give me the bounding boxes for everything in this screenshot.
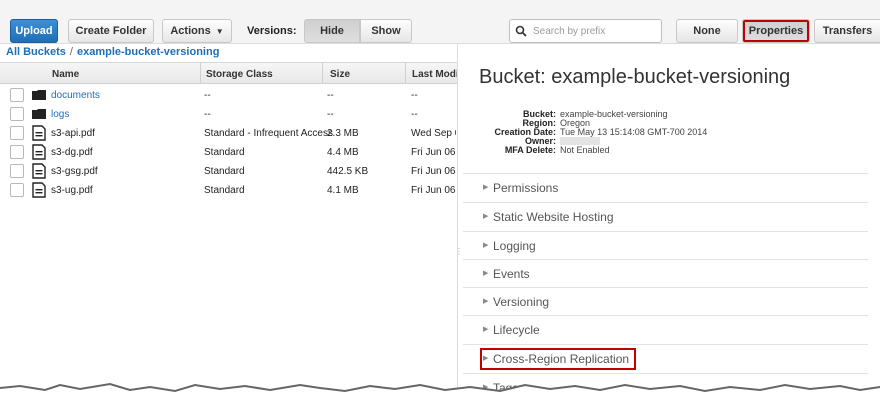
splitter-grip-icon[interactable]: ⋮ [455, 248, 463, 256]
row-last-modified: Fri Jun 06 1 [411, 166, 456, 177]
row-name[interactable]: s3-gsg.pdf [51, 166, 98, 177]
panel-title: Bucket: example-bucket-versioning [479, 66, 791, 88]
row-size: 4.1 MB [327, 185, 359, 196]
row-storage-class: -- [204, 109, 211, 120]
row-last-modified: -- [411, 109, 418, 120]
column-divider [322, 63, 323, 84]
section-lifecycle[interactable]: ▶ Lifecycle [463, 315, 868, 343]
row-size: 4.4 MB [327, 147, 359, 158]
property-key: MFA Delete: [504, 145, 556, 155]
section-versioning[interactable]: ▶ Versioning [463, 287, 868, 315]
table-row[interactable]: s3-dg.pdf Standard 4.4 MB Fri Jun 06 1 [0, 143, 457, 161]
search-placeholder: Search by prefix [533, 25, 606, 37]
section-label: Lifecycle [493, 323, 540, 337]
row-size: 442.5 KB [327, 166, 369, 177]
actions-dropdown[interactable]: Actions ▼ [162, 19, 232, 43]
caret-right-icon: ▶ [483, 270, 489, 277]
row-checkbox[interactable] [10, 183, 24, 197]
torn-edge-decoration [0, 382, 880, 394]
row-name[interactable]: logs [51, 109, 69, 120]
caret-right-icon: ▶ [483, 213, 489, 220]
property-value: Not Enabled [560, 145, 610, 155]
row-name[interactable]: s3-api.pdf [51, 128, 95, 139]
section-label: Versioning [493, 295, 550, 309]
row-name[interactable]: s3-dg.pdf [51, 147, 93, 158]
column-divider [200, 63, 201, 84]
row-name[interactable]: documents [51, 90, 100, 101]
section-static-website-hosting[interactable]: ▶ Static Website Hosting [463, 202, 868, 230]
row-checkbox[interactable] [10, 145, 24, 159]
table-header: Name Storage Class Size Last Modif [0, 62, 457, 84]
row-size: -- [327, 109, 334, 120]
file-icon [32, 182, 46, 198]
column-header-name[interactable]: Name [52, 69, 79, 80]
caret-right-icon: ▶ [483, 326, 489, 333]
column-header-size[interactable]: Size [330, 69, 350, 80]
caret-right-icon: ▶ [483, 242, 489, 249]
chevron-down-icon: ▼ [215, 26, 224, 36]
folder-icon [32, 109, 46, 119]
row-storage-class: Standard [204, 147, 245, 158]
toolbar: Upload Create Folder Actions ▼ Versions:… [0, 0, 880, 44]
breadcrumb-bucket[interactable]: example-bucket-versioning [77, 46, 219, 58]
create-folder-button[interactable]: Create Folder [68, 19, 154, 43]
row-checkbox[interactable] [10, 164, 24, 178]
row-size: -- [327, 90, 334, 101]
search-input[interactable]: Search by prefix [509, 19, 662, 43]
section-cross-region-replication[interactable]: ▶ Cross-Region Replication [463, 344, 868, 372]
search-icon [515, 25, 527, 37]
file-icon [32, 144, 46, 160]
transfers-button[interactable]: Transfers [814, 19, 880, 43]
row-storage-class: Standard - Infrequent Access [204, 128, 333, 139]
breadcrumb-separator: / [69, 46, 73, 58]
table-row[interactable]: logs -- -- -- [0, 105, 457, 123]
versions-label: Versions: [247, 25, 297, 37]
file-icon [32, 163, 46, 179]
row-checkbox[interactable] [10, 126, 24, 140]
properties-panel: Bucket: example-bucket-versioning Bucket… [463, 44, 880, 394]
folder-icon [32, 90, 46, 100]
row-checkbox[interactable] [10, 88, 24, 102]
file-icon [32, 125, 46, 141]
row-checkbox[interactable] [10, 107, 24, 121]
row-storage-class: Standard [204, 185, 245, 196]
versions-hide-button[interactable]: Hide [304, 19, 360, 43]
section-events[interactable]: ▶ Events [463, 259, 868, 287]
panel-splitter[interactable] [457, 44, 458, 394]
row-last-modified: Fri Jun 06 1 [411, 147, 456, 158]
section-label: Static Website Hosting [493, 210, 614, 224]
breadcrumb: All Buckets / example-bucket-versioning [6, 46, 219, 58]
table-row[interactable]: s3-api.pdf Standard - Infrequent Access … [0, 124, 457, 142]
section-logging[interactable]: ▶ Logging [463, 231, 868, 259]
row-storage-class: Standard [204, 166, 245, 177]
caret-right-icon: ▶ [483, 184, 489, 191]
row-last-modified: Wed Sep 09 [411, 128, 456, 139]
caret-right-icon: ▶ [483, 355, 489, 362]
property-value: Tue May 13 15:14:08 GMT-700 2014 [560, 127, 708, 137]
row-storage-class: -- [204, 90, 211, 101]
row-size: 2.3 MB [327, 128, 359, 139]
column-header-storage-class[interactable]: Storage Class [206, 69, 273, 80]
table-row[interactable]: s3-gsg.pdf Standard 442.5 KB Fri Jun 06 … [0, 162, 457, 180]
versions-show-button[interactable]: Show [360, 19, 412, 43]
breadcrumb-all-buckets[interactable]: All Buckets [6, 46, 66, 58]
properties-button[interactable]: Properties [742, 19, 810, 43]
actions-label: Actions [170, 25, 211, 37]
column-divider [405, 63, 406, 84]
upload-button[interactable]: Upload [10, 19, 58, 43]
table-row[interactable]: documents -- -- -- [0, 86, 457, 104]
section-label: Logging [493, 239, 536, 253]
column-header-last-modified[interactable]: Last Modif [412, 69, 457, 80]
section-label: Permissions [493, 181, 559, 195]
section-label: Cross-Region Replication [493, 352, 630, 366]
row-name[interactable]: s3-ug.pdf [51, 185, 93, 196]
none-button[interactable]: None [676, 19, 738, 43]
row-last-modified: -- [411, 90, 418, 101]
caret-right-icon: ▶ [483, 298, 489, 305]
section-label: Events [493, 267, 530, 281]
table-row[interactable]: s3-ug.pdf Standard 4.1 MB Fri Jun 06 1 [0, 181, 457, 199]
section-permissions[interactable]: ▶ Permissions [463, 173, 868, 201]
row-last-modified: Fri Jun 06 1 [411, 185, 456, 196]
